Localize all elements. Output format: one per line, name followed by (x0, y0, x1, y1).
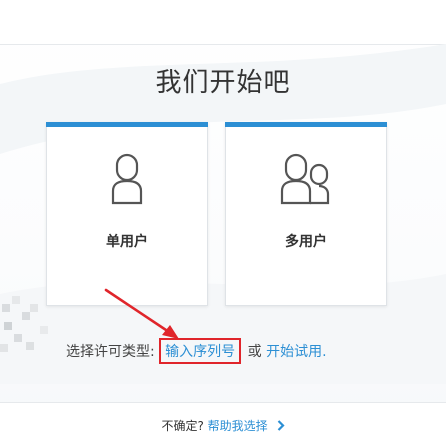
license-selection-page: 我们开始吧 单用户 多用户 选择许可类型: 输入序列号 或 开始试用. 不确定?… (0, 0, 446, 441)
serial-highlight-box: 输入序列号 (159, 338, 242, 364)
footer-bar: 不确定? 帮助我选择 (0, 402, 446, 441)
card-accent-bar (225, 122, 387, 127)
chevron-right-icon[interactable] (277, 420, 285, 434)
single-user-label: 单用户 (106, 234, 148, 250)
page-title: 我们开始吧 (155, 68, 291, 98)
enter-serial-link[interactable]: 输入序列号 (165, 344, 235, 360)
multi-user-label: 多用户 (285, 234, 327, 250)
help-row: 不确定? 帮助我选择 (0, 417, 446, 434)
multi-user-icon (280, 153, 330, 205)
blurred-region (0, 296, 48, 352)
single-user-card[interactable]: 单用户 (46, 122, 208, 306)
license-type-row: 选择许可类型: 输入序列号 或 开始试用. (66, 338, 327, 364)
header-strip (0, 0, 446, 45)
card-accent-bar (46, 122, 208, 127)
or-text: 或 (247, 344, 262, 360)
start-trial-link[interactable]: 开始试用. (266, 344, 326, 360)
single-user-icon (111, 153, 143, 205)
license-type-prompt: 选择许可类型: (66, 344, 155, 360)
unsure-text: 不确定? (161, 419, 204, 433)
multi-user-card[interactable]: 多用户 (225, 122, 387, 306)
help-me-choose-link[interactable]: 帮助我选择 (208, 419, 268, 433)
